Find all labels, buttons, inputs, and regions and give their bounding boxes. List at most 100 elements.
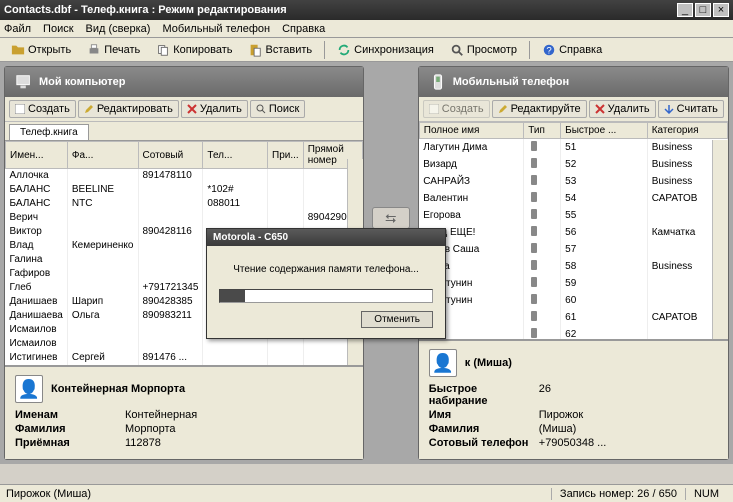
minimize-button[interactable]: _ xyxy=(677,3,693,17)
status-num: NUM xyxy=(685,488,727,500)
open-icon xyxy=(11,43,25,57)
copy-icon xyxy=(156,43,170,57)
dialog-title: Motorola - C650 xyxy=(207,229,445,246)
column-header[interactable]: Категория xyxy=(647,123,727,139)
detail-value: (Миша) xyxy=(539,423,577,435)
cancel-button[interactable]: Отменить xyxy=(361,311,433,328)
print-button[interactable]: Печать xyxy=(80,40,147,60)
menu-search[interactable]: Поиск xyxy=(43,23,73,35)
create-button[interactable]: Создать xyxy=(9,100,76,118)
scrollbar[interactable] xyxy=(712,140,728,339)
table-row[interactable]: Верстунин60 xyxy=(419,292,727,309)
table-row[interactable]: Саша58Business xyxy=(419,258,727,275)
paste-icon xyxy=(248,43,262,57)
phone-type-icon xyxy=(528,242,540,254)
phone-type-icon xyxy=(528,191,540,203)
detail-value: 112878 xyxy=(125,437,161,449)
computer-icon xyxy=(15,73,33,91)
preview-button[interactable]: Просмотр xyxy=(443,40,524,60)
close-button[interactable]: × xyxy=(713,3,729,17)
phone-panel-header: Мобильный телефон xyxy=(419,67,728,97)
column-header[interactable]: Тел... xyxy=(203,142,268,169)
progress-dialog: Motorola - C650 Чтение содержания памяти… xyxy=(206,228,446,339)
detail-title: к (Миша) xyxy=(465,357,512,369)
table-row[interactable]: САНРАЙЗ53Business xyxy=(419,173,727,190)
print-icon xyxy=(87,43,101,57)
phone-read-button[interactable]: Считать xyxy=(658,100,724,118)
detail-value: Пирожок xyxy=(539,409,583,421)
table-row[interactable]: Влад ЕЩЕ!56Камчатка xyxy=(419,224,727,241)
column-header[interactable]: Полное имя xyxy=(419,123,523,139)
table-row[interactable]: Горев Саша57 xyxy=(419,241,727,258)
detail-title: Контейнерная Морпорта xyxy=(51,383,185,395)
menu-view[interactable]: Вид (сверка) xyxy=(86,23,151,35)
column-header[interactable]: Имен... xyxy=(6,142,68,169)
phone-create-button[interactable]: Создать xyxy=(423,100,490,118)
detail-key: Фамилия xyxy=(429,423,539,435)
menu-help[interactable]: Справка xyxy=(282,23,325,35)
phone-type-icon xyxy=(528,174,540,186)
phone-type-icon xyxy=(528,140,540,152)
table-row[interactable]: Егорова55 xyxy=(419,207,727,224)
phone-type-icon xyxy=(528,276,540,288)
phone-edit-button[interactable]: Редактируйте xyxy=(492,100,587,118)
statusbar: Пирожок (Миша) Запись номер: 26 / 650 NU… xyxy=(0,484,733,502)
column-header[interactable]: Тип xyxy=(524,123,561,139)
svg-text:?: ? xyxy=(546,45,551,56)
table-row[interactable]: ИстигиневСергей891476 ... xyxy=(6,351,363,365)
column-header[interactable]: Сотовый xyxy=(138,142,203,169)
table-row[interactable]: Валентин54САРАТОВ xyxy=(419,190,727,207)
dialog-message: Чтение содержания памяти телефона... xyxy=(219,264,433,275)
sync-icon xyxy=(337,43,351,57)
help-button[interactable]: ?Справка xyxy=(535,40,609,60)
detail-key: Быстрое набирание xyxy=(429,383,539,407)
table-row[interactable]: Лагутин Дима51Business xyxy=(419,139,727,157)
phone-type-icon xyxy=(528,327,540,339)
table-row[interactable]: Верич890429052 xyxy=(6,211,363,225)
maximize-button[interactable]: □ xyxy=(695,3,711,17)
edit-button[interactable]: Редактировать xyxy=(78,100,179,118)
phone-type-icon xyxy=(528,157,540,169)
status-left: Пирожок (Миша) xyxy=(6,488,91,500)
progress-bar xyxy=(219,289,433,303)
sync-button[interactable]: Синхронизация xyxy=(330,40,441,60)
table-row[interactable]: Аллочка891478110 xyxy=(6,169,363,183)
table-row[interactable]: БАЛАНСBEELINE*102# xyxy=(6,183,363,197)
detail-key: Именам xyxy=(15,409,125,421)
phone-grid[interactable]: Полное имяТипБыстрое ...Категория Лагути… xyxy=(419,122,728,339)
delete-button[interactable]: Удалить xyxy=(181,100,248,118)
phone-detail: 👤 к (Миша) Быстрое набирание26ИмяПирожок… xyxy=(419,339,728,459)
paste-button[interactable]: Вставить xyxy=(241,40,319,60)
detail-value: Морпорта xyxy=(125,423,176,435)
search-button[interactable]: Поиск xyxy=(250,100,305,118)
open-button[interactable]: Открыть xyxy=(4,40,78,60)
xfer-right-all-button[interactable]: ⮀ xyxy=(372,207,410,229)
table-row[interactable]: 61САРАТОВ xyxy=(419,309,727,326)
status-records: Запись номер: 26 / 650 xyxy=(551,488,685,500)
menu-mobile[interactable]: Мобильный телефон xyxy=(162,23,270,35)
computer-detail: 👤 Контейнерная Морпорта ИменамКонтейнерн… xyxy=(5,365,363,459)
separator xyxy=(324,41,325,59)
menu-file[interactable]: Файл xyxy=(4,23,31,35)
new-icon xyxy=(429,104,439,114)
detail-key: Фамилия xyxy=(15,423,125,435)
copy-button[interactable]: Копировать xyxy=(149,40,239,60)
edit-icon xyxy=(84,104,94,114)
detail-value: +79050348 ... xyxy=(539,437,607,449)
column-header[interactable]: Быстрое ... xyxy=(561,123,648,139)
phone-type-icon xyxy=(528,225,540,237)
detail-key: Сотовый телефон xyxy=(429,437,539,449)
phone-icon xyxy=(429,73,447,91)
tab-phonebook[interactable]: Телеф.книга xyxy=(9,124,89,140)
table-row[interactable]: 62 xyxy=(419,326,727,339)
detail-value: 26 xyxy=(539,383,551,407)
column-header[interactable]: Фа... xyxy=(67,142,138,169)
table-row[interactable]: Верстунин59 xyxy=(419,275,727,292)
column-header[interactable]: При... xyxy=(268,142,304,169)
edit-icon xyxy=(498,104,508,114)
phone-delete-button[interactable]: Удалить xyxy=(589,100,656,118)
new-icon xyxy=(15,104,25,114)
table-row[interactable]: Визард52Business xyxy=(419,156,727,173)
table-row[interactable]: БАЛАНСNTC088011 xyxy=(6,197,363,211)
detail-value: Контейнерная xyxy=(125,409,197,421)
